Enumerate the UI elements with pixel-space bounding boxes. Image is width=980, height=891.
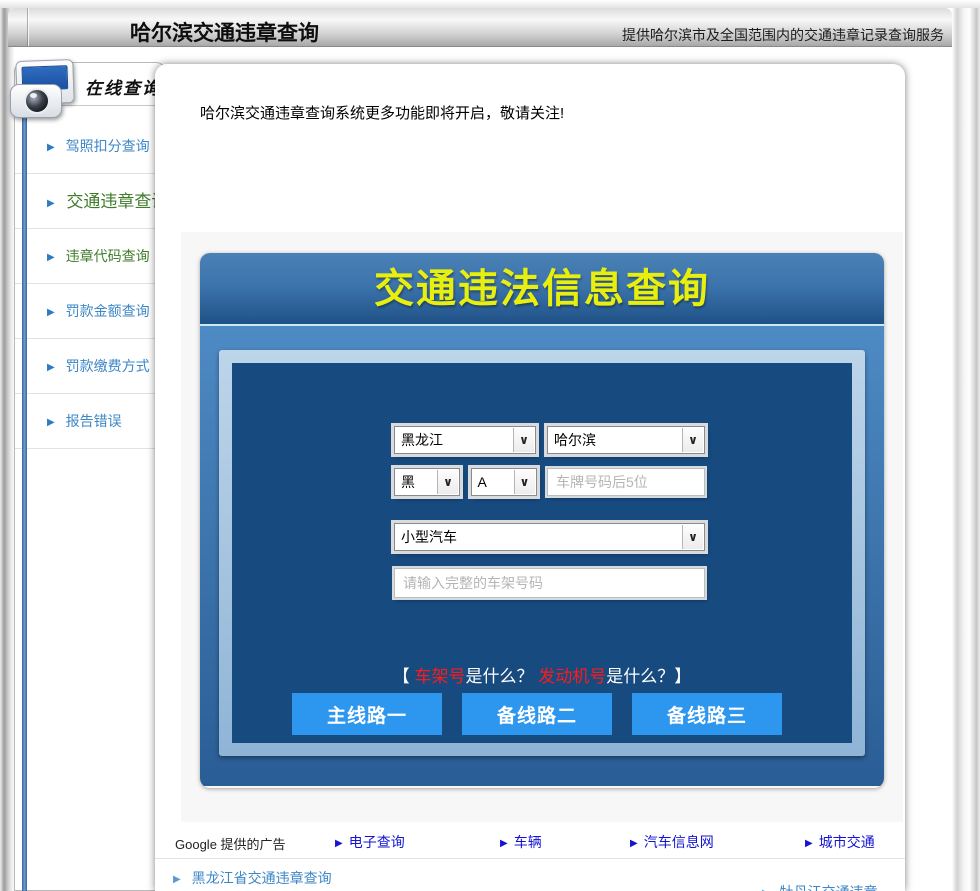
sidebar-item-fine-payment[interactable]: ▶ 罚款缴费方式	[15, 339, 165, 394]
hint-q1: 是什么？	[465, 667, 539, 686]
sidebar-item-label: 罚款缴费方式	[65, 358, 150, 374]
sidebar-accent-bar	[22, 118, 27, 891]
triangle-bullet-icon: ▶	[805, 838, 813, 849]
sidebar-item-label: 罚款金额查询	[65, 303, 150, 319]
ad-link-label: 电子查询	[348, 834, 405, 850]
sidebar-item-license-points[interactable]: ▶ 驾照扣分查询	[15, 119, 165, 174]
sidebar-item-label: 交通违章查询	[66, 192, 166, 211]
triangle-bullet-icon: ▶	[335, 838, 343, 849]
sidebar-item-traffic-violation[interactable]: ▶ 交通违章查询	[15, 174, 165, 229]
vehicle-type-value: 小型汽车	[401, 529, 457, 545]
main-line-1-button[interactable]: 主线路一	[292, 693, 442, 735]
backup-line-2-button[interactable]: 备线路二	[462, 693, 612, 735]
hint-open: 【	[392, 667, 415, 686]
main-panel: 哈尔滨交通违章查询系统更多功能即将开启，敬请关注! 交通违法信息查询 黑龙江 ∨	[155, 64, 905, 891]
site-subtitle: 提供哈尔滨市及全国范围内的交通违章记录查询服务	[622, 27, 944, 43]
triangle-bullet-icon: ▶	[47, 252, 55, 263]
chevron-down-icon: ∨	[682, 428, 703, 452]
chevron-down-icon: ∨	[682, 525, 703, 549]
ad-link-city-traffic[interactable]: ▶ 城市交通	[805, 832, 875, 852]
query-buttons: 主线路一 备线路二 备线路三	[292, 693, 782, 735]
camera-logo-icon	[8, 58, 78, 122]
site-title: 哈尔滨交通违章查询	[130, 22, 319, 45]
camera-lens-icon	[24, 88, 50, 114]
triangle-bullet-icon: ▶	[173, 874, 181, 885]
query-panel-title: 交通违法信息查询	[374, 267, 710, 311]
ads-provider-label: Google 提供的广告	[175, 837, 286, 852]
vin-input[interactable]	[394, 568, 705, 598]
hint-q2: 是什么？】	[606, 667, 692, 686]
partial-link-label: 牡丹江交通违章	[780, 884, 878, 891]
heilongjiang-violation-link[interactable]: 黑龙江省交通违章查询	[192, 870, 332, 886]
triangle-bullet-icon: ▶	[47, 198, 55, 209]
sidebar-item-fine-amount[interactable]: ▶ 罚款金额查询	[15, 284, 165, 339]
query-form: 黑龙江 ∨ 哈尔滨 ∨ 黑 ∨ A ∨ 车牌号码后5位 小型汽车 ∨ 请输入完整…	[394, 426, 705, 598]
sidebar-menu: ▶ 驾照扣分查询 ▶ 交通违章查询 ▶ 违章代码查询 ▶ 罚款金额查询 ▶ 罚款…	[15, 119, 165, 449]
ad-link-label: 城市交通	[818, 834, 875, 850]
camera-body-icon	[10, 84, 62, 118]
ad-link-vehicle[interactable]: ▶ 车辆	[500, 832, 542, 852]
form-frame: 黑龙江 ∨ 哈尔滨 ∨ 黑 ∨ A ∨ 车牌号码后5位 小型汽车 ∨ 请输入完整…	[219, 350, 865, 756]
lens-highlight-icon	[30, 93, 37, 98]
sidebar-item-violation-code[interactable]: ▶ 违章代码查询	[15, 229, 165, 284]
window-frame-left	[0, 0, 14, 891]
vehicle-type-select[interactable]: 小型汽车 ∨	[394, 523, 705, 551]
ad-link-label: 汽车信息网	[643, 834, 714, 850]
city-select-value: 哈尔滨	[554, 432, 596, 448]
query-panel-body: 黑龙江 ∨ 哈尔滨 ∨ 黑 ∨ A ∨ 车牌号码后5位 小型汽车 ∨ 请输入完整…	[200, 326, 884, 786]
plate-letter-select[interactable]: A ∨	[470, 468, 537, 496]
window-frame-top	[0, 0, 980, 8]
query-panel-header: 交通违法信息查询	[200, 253, 884, 326]
engine-term-link[interactable]: 发动机号	[538, 667, 606, 686]
query-wrapper: 交通违法信息查询 黑龙江 ∨ 哈尔滨 ∨ 黑 ∨ A ∨ 车牌号码后5位 小型汽…	[181, 232, 903, 822]
query-panel: 交通违法信息查询 黑龙江 ∨ 哈尔滨 ∨ 黑 ∨ A ∨ 车牌号码后5位 小型汽…	[200, 253, 884, 788]
plate-number-input[interactable]	[547, 468, 705, 496]
form-hint: 【 车架号是什么？ 发动机号是什么？】	[232, 662, 852, 687]
triangle-bullet-icon: ▶	[630, 838, 638, 849]
form-area: 黑龙江 ∨ 哈尔滨 ∨ 黑 ∨ A ∨ 车牌号码后5位 小型汽车 ∨ 请输入完整…	[232, 363, 852, 743]
ads-row: Google 提供的广告 ▶ 电子查询 ▶ 车辆 ▶ 汽车信息网 ▶ 城市交通	[155, 832, 905, 854]
sidebar-item-label: 报告错误	[65, 413, 122, 429]
triangle-bullet-icon: ▶	[47, 307, 55, 318]
chevron-down-icon: ∨	[437, 470, 458, 494]
sidebar: 在线查询 ▶ 驾照扣分查询 ▶ 交通违章查询 ▶ 违章代码查询 ▶ 罚款金额查询…	[14, 62, 166, 891]
plate-prefix-value: 黑	[401, 474, 415, 490]
triangle-bullet-icon: ▶	[500, 838, 508, 849]
plate-letter-value: A	[477, 474, 487, 490]
sidebar-item-label: 违章代码查询	[65, 248, 150, 264]
province-select-value: 黑龙江	[401, 432, 443, 448]
window-frame-right	[952, 0, 980, 891]
sidebar-item-label: 驾照扣分查询	[65, 138, 150, 154]
sidebar-title: 在线查询	[85, 79, 161, 98]
mudanjiang-violation-link[interactable]: ▶ 牡丹江交通违章	[762, 882, 878, 891]
sidebar-item-report-error[interactable]: ▶ 报告错误	[15, 394, 165, 449]
page-header: 哈尔滨交通违章查询 提供哈尔滨市及全国范围内的交通违章记录查询服务	[8, 8, 952, 47]
vin-term-link[interactable]: 车架号	[415, 667, 466, 686]
triangle-bullet-icon: ▶	[47, 142, 55, 153]
chevron-down-icon: ∨	[513, 428, 534, 452]
announcement-text: 哈尔滨交通违章查询系统更多功能即将开启，敬请关注!	[200, 105, 565, 122]
ad-link-e-query[interactable]: ▶ 电子查询	[335, 832, 405, 852]
city-select[interactable]: 哈尔滨 ∨	[547, 426, 705, 454]
backup-line-3-button[interactable]: 备线路三	[632, 693, 782, 735]
triangle-bullet-icon: ▶	[47, 417, 55, 428]
ad-link-auto-info[interactable]: ▶ 汽车信息网	[630, 832, 714, 852]
triangle-bullet-icon: ▶	[47, 362, 55, 373]
header-divider	[28, 8, 29, 46]
province-select[interactable]: 黑龙江 ∨	[394, 426, 536, 454]
chevron-down-icon: ∨	[513, 470, 535, 494]
plate-prefix-select[interactable]: 黑 ∨	[394, 468, 460, 496]
ad-link-label: 车辆	[513, 834, 542, 850]
